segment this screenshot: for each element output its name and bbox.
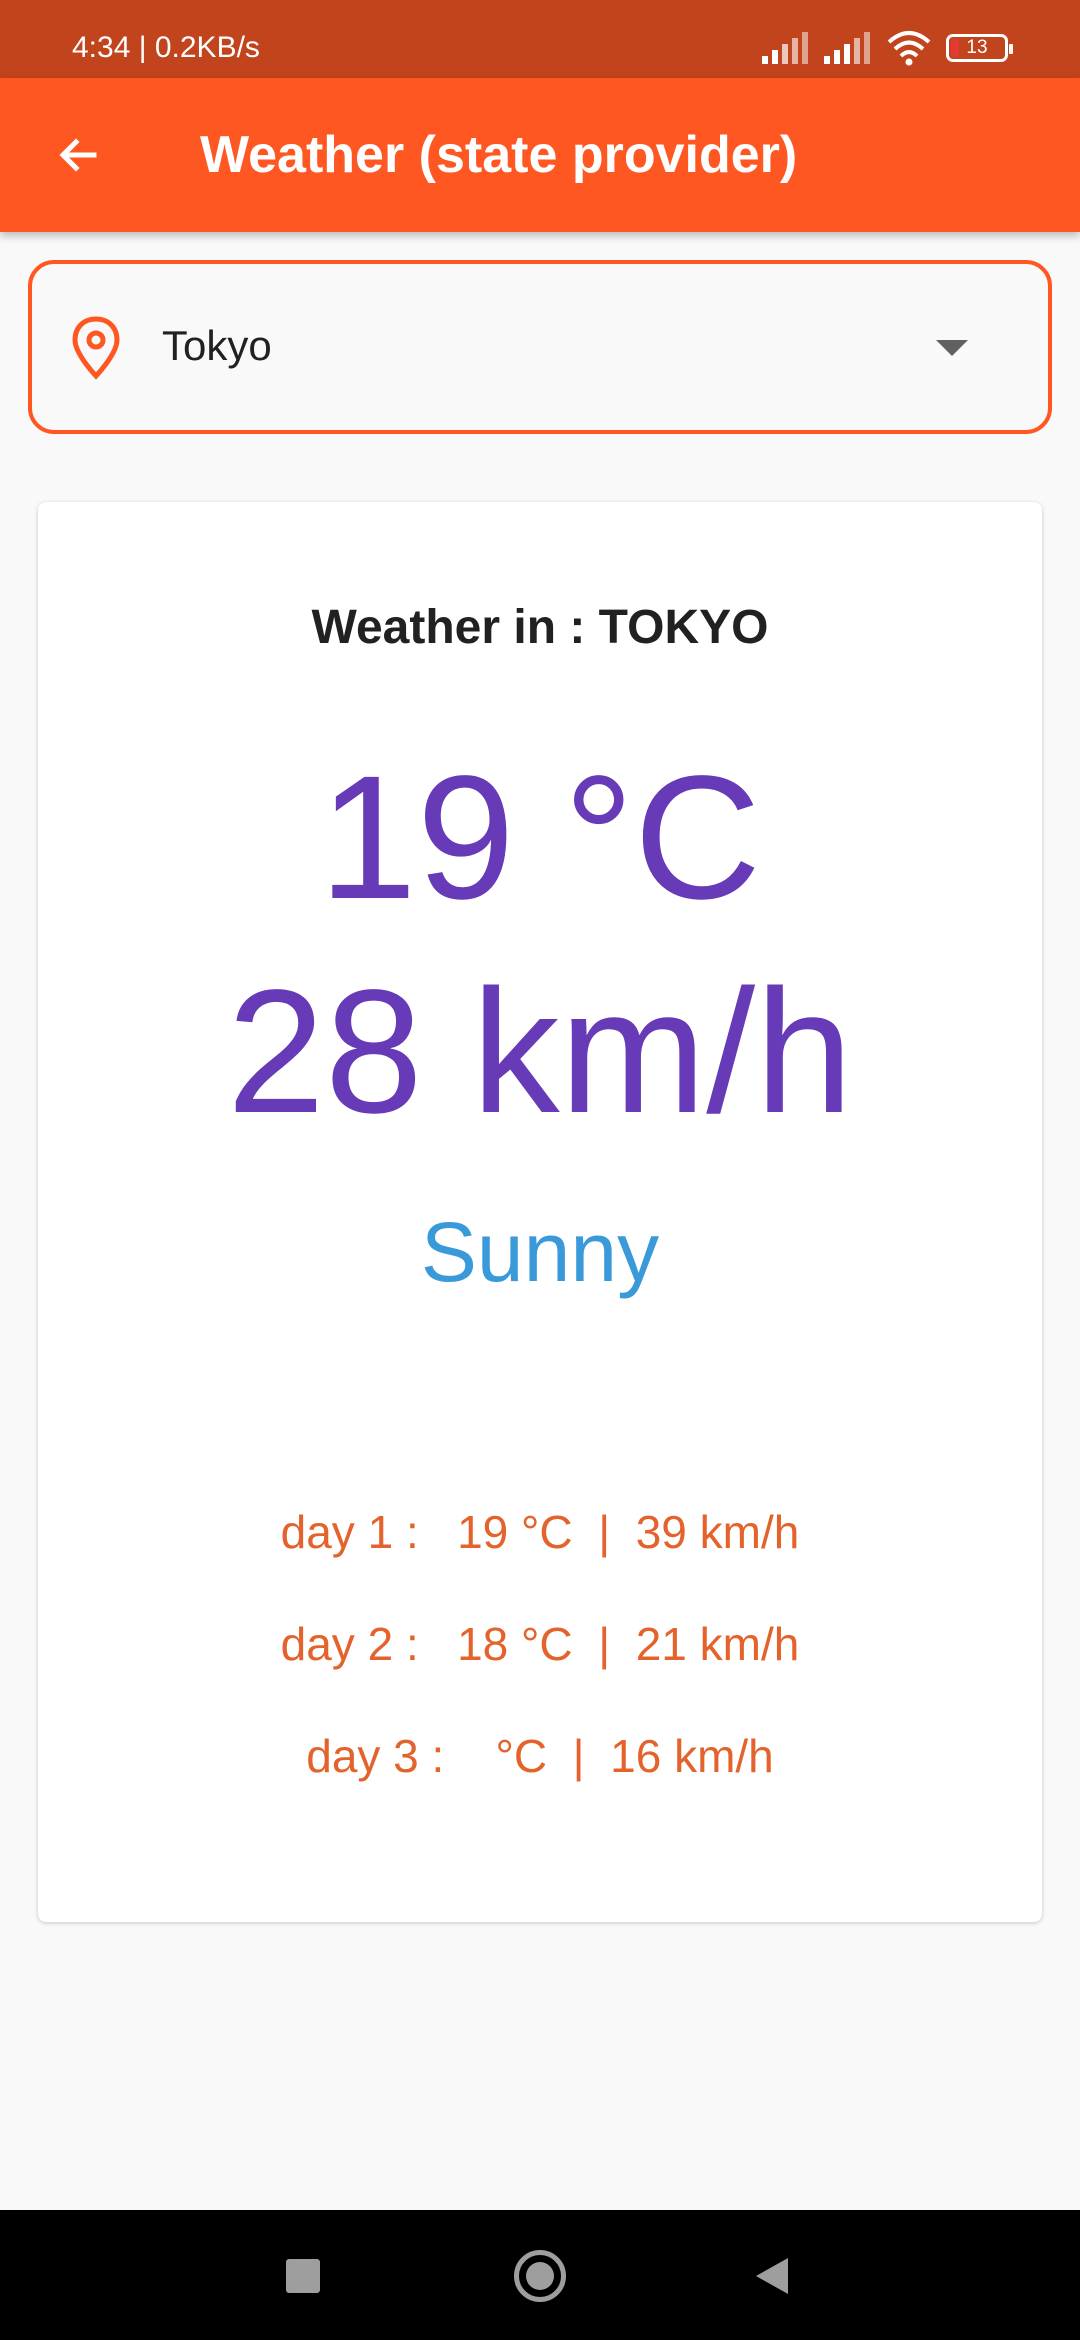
arrow-back-icon	[59, 138, 97, 172]
square-recents-icon[interactable]	[286, 2259, 320, 2293]
weather-condition: Sunny	[420, 1205, 660, 1299]
app-bar: Weather (state provider)	[0, 78, 1080, 232]
weather-title: Weather in : TOKYO	[311, 601, 769, 654]
city-selected-value: Tokyo	[162, 322, 272, 369]
page-title: Weather (state provider)	[200, 126, 798, 184]
system-nav-bar	[0, 2210, 1080, 2340]
circle-home-icon[interactable]	[514, 2250, 566, 2302]
status-time-speed: 4:34 | 0.2KB/s	[72, 31, 260, 64]
back-button[interactable]	[38, 111, 118, 199]
wifi-icon	[887, 31, 931, 66]
status-bar: 4:34 | 0.2KB/s 13	[0, 0, 1080, 78]
battery-level: 13	[966, 37, 988, 58]
forecast-day-3: day 3 : °C | 16 km/h	[306, 1730, 774, 1782]
triangle-back-icon[interactable]	[756, 2258, 788, 2294]
location-pin-icon	[72, 316, 120, 380]
forecast-day-2: day 2 : 18 °C | 21 km/h	[280, 1618, 800, 1670]
battery-icon: 13	[946, 34, 1013, 62]
current-temperature: 19 °C	[318, 740, 762, 936]
signal-icon	[762, 32, 808, 64]
status-icons: 13	[762, 30, 1013, 66]
signal-icon-2	[824, 32, 870, 64]
city-dropdown[interactable]: Tokyo	[28, 260, 1052, 434]
arrow-drop-down-icon	[936, 340, 968, 356]
forecast-day-1: day 1 : 19 °C | 39 km/h	[280, 1506, 800, 1558]
weather-card: Weather in : TOKYO 19 °C 28 km/h Sunny d…	[38, 502, 1042, 1922]
current-wind-speed: 28 km/h	[226, 954, 854, 1150]
